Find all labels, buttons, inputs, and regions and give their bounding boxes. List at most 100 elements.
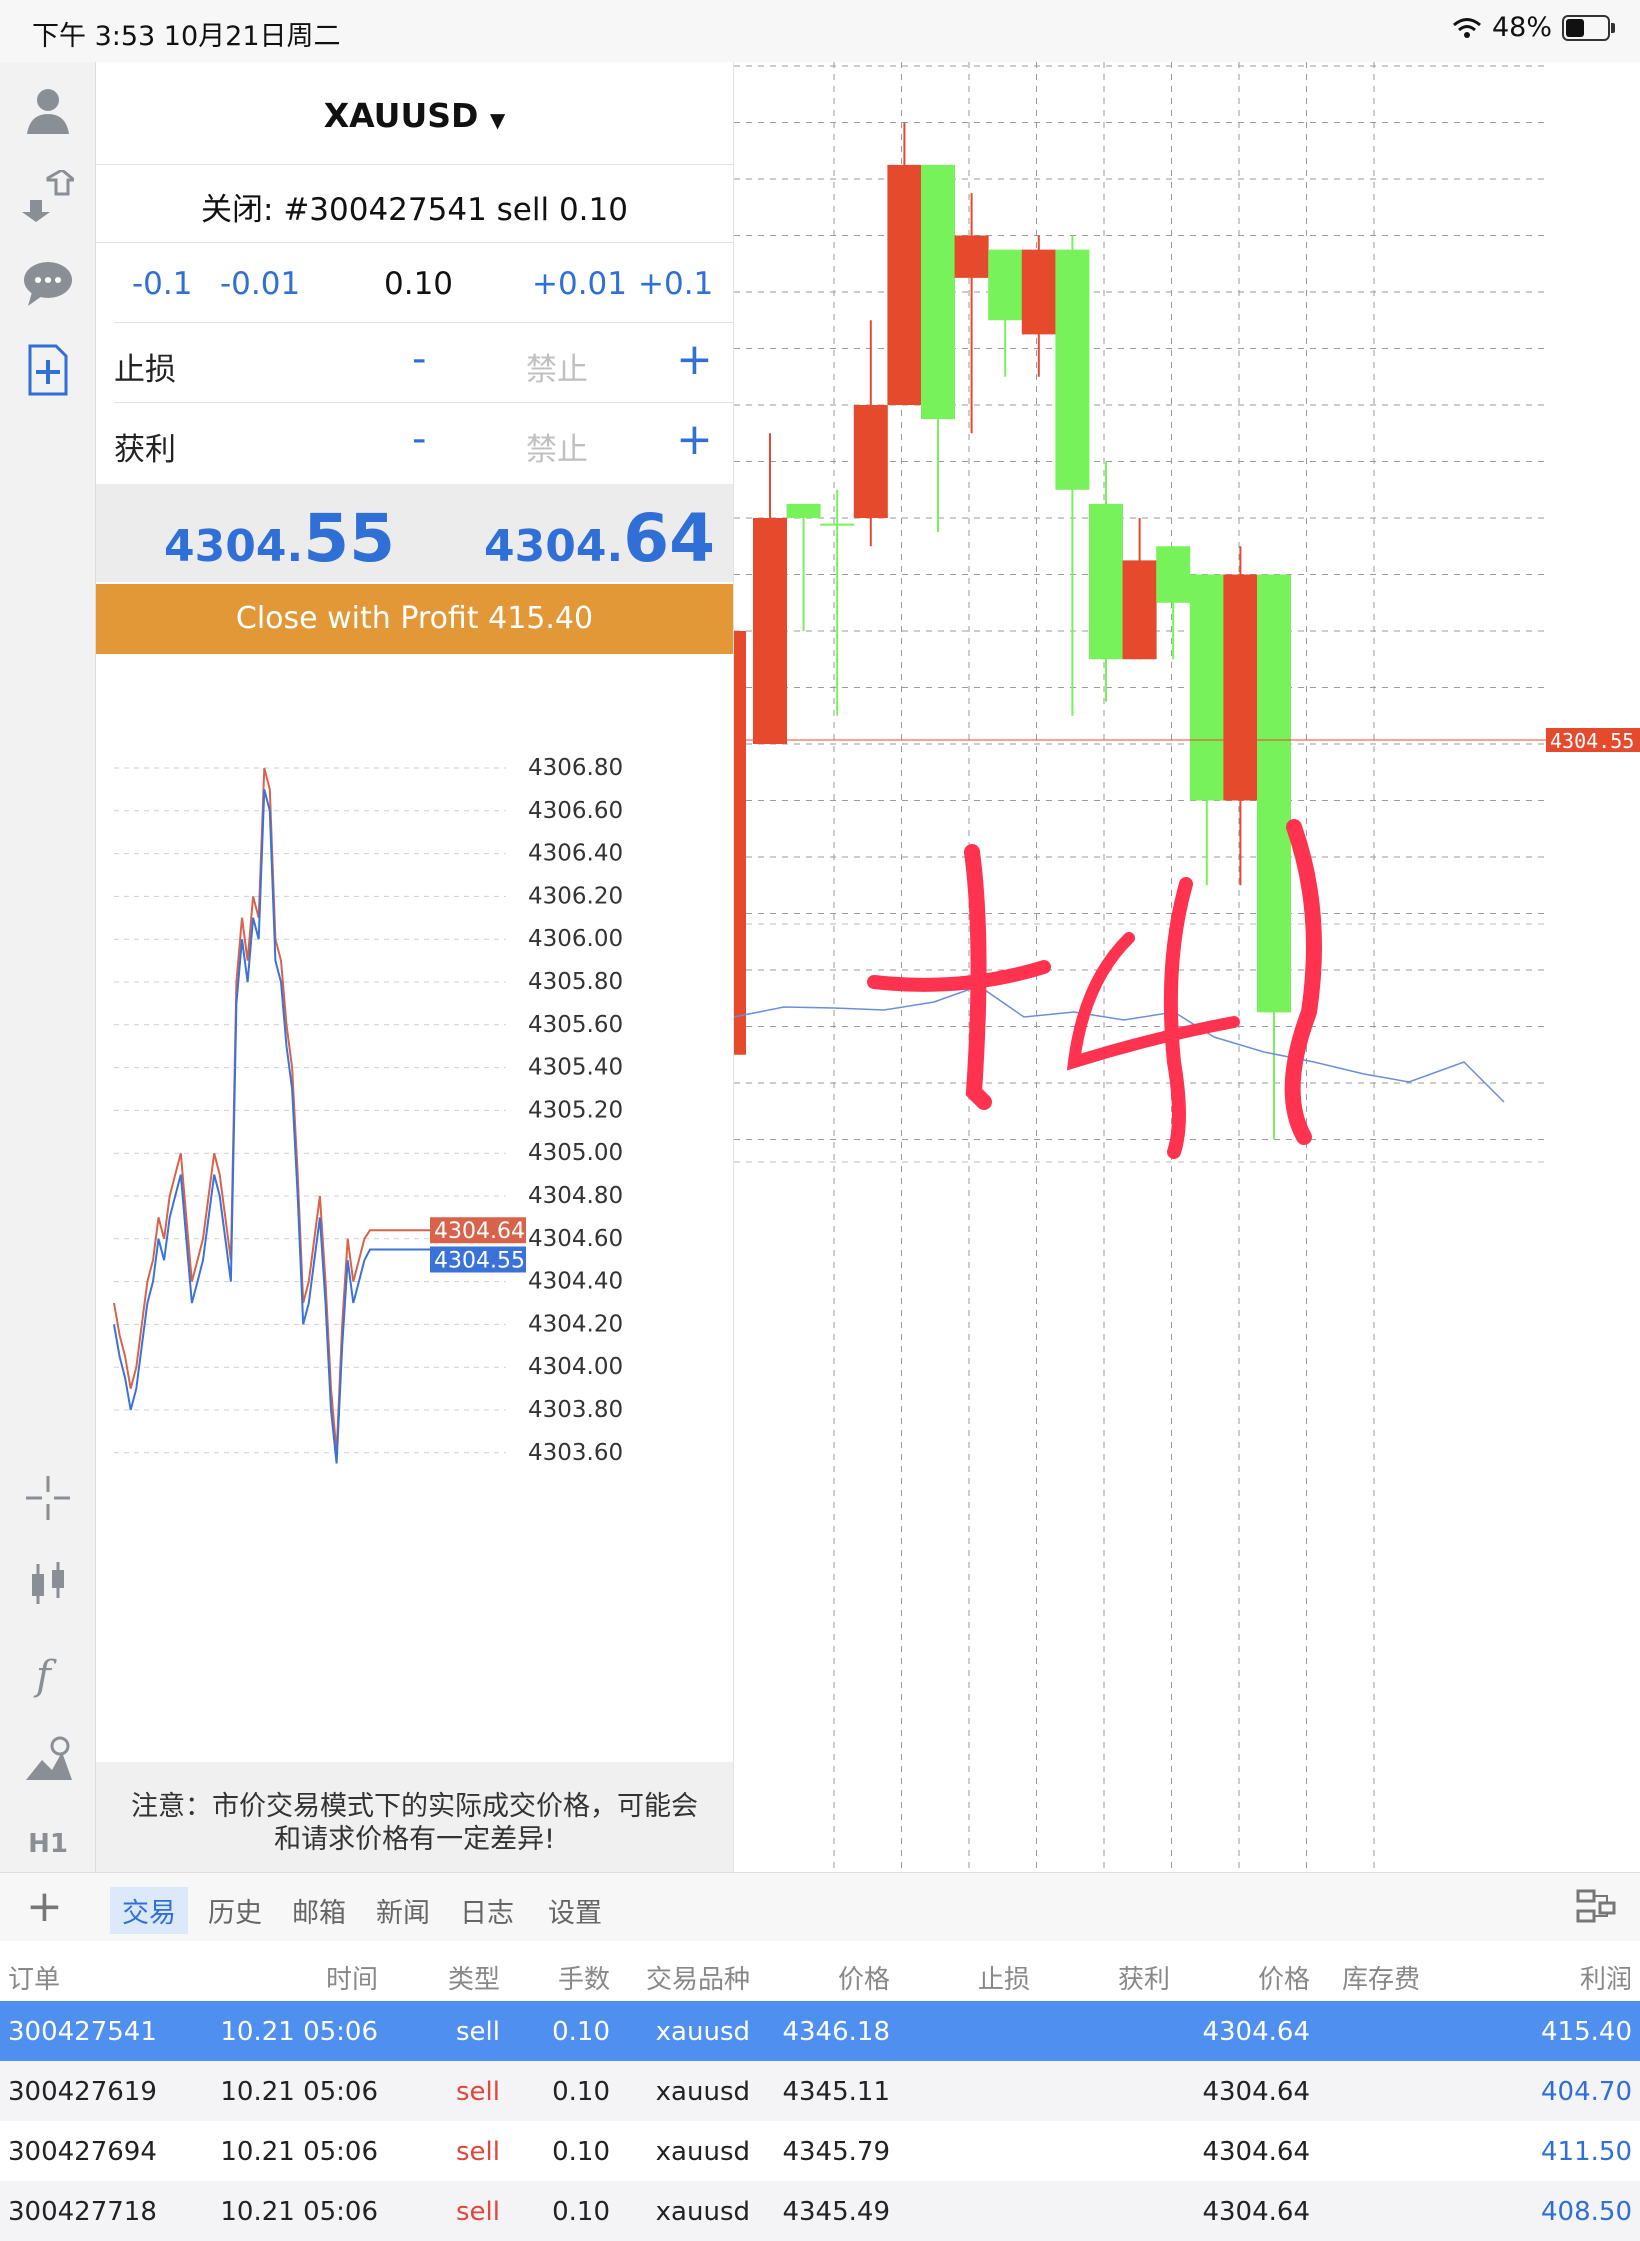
tab-3[interactable]: 新闻 (364, 1887, 442, 1934)
cell-price: 4304.64 (1202, 2197, 1310, 2227)
take-profit-value[interactable]: 禁止 (526, 424, 588, 469)
y-tick-label: 4306.20 (528, 883, 623, 909)
candle (753, 433, 787, 744)
cell-type: sell (456, 2077, 500, 2107)
stop-loss-value[interactable]: 禁止 (526, 344, 588, 389)
cell-symbol: xauusd (655, 2017, 750, 2047)
volume-increase-small-button[interactable]: +0.01 (532, 266, 627, 302)
volume-decrease-small-button[interactable]: -0.01 (220, 266, 300, 302)
candle (921, 164, 955, 533)
cell-open: 4345.79 (782, 2137, 890, 2167)
tab-1[interactable]: 历史 (196, 1887, 274, 1934)
cell-profit: 415.40 (1541, 2017, 1632, 2047)
cell-price: 4304.64 (1202, 2137, 1310, 2167)
indicators-icon[interactable]: f (22, 1647, 74, 1699)
cell-order: 300427694 (8, 2137, 157, 2167)
notice-line-1: 注意：市价交易模式下的实际成交价格，可能会 (131, 1791, 698, 1822)
tab-5[interactable]: 设置 (536, 1887, 614, 1934)
candle (734, 631, 746, 1055)
candle (1055, 235, 1090, 716)
column-header[interactable]: 订单 (8, 1959, 60, 1996)
chart-type-icon[interactable] (22, 1558, 74, 1610)
candle (820, 489, 855, 716)
y-tick-label: 4305.80 (528, 969, 623, 995)
volume-decrease-large-button[interactable]: -0.1 (132, 266, 193, 302)
cell-profit: 404.70 (1541, 2077, 1632, 2107)
current-price-label: 4304.55 (1550, 729, 1634, 753)
symbol-selector[interactable]: XAUUSD ▼ (96, 96, 733, 135)
close-with-profit-button[interactable]: Close with Profit 415.40 (96, 584, 733, 654)
y-tick-label: 4305.40 (528, 1055, 623, 1081)
column-header[interactable]: 获利 (1118, 1959, 1170, 1996)
column-header[interactable]: 时间 (326, 1959, 378, 1996)
handwritten-annotation (867, 819, 1322, 1159)
candle (1021, 235, 1056, 377)
cell-open: 4345.49 (782, 2197, 890, 2227)
candle (887, 122, 922, 405)
column-header[interactable]: 止损 (978, 1959, 1030, 1996)
column-header[interactable]: 手数 (558, 1959, 610, 1996)
column-header[interactable]: 交易品种 (646, 1959, 750, 1996)
positions-table-header: 订单 时间 类型 手数 交易品种 价格 止损 获利 价格 库存费 利润 (0, 1941, 1640, 2001)
cell-symbol: xauusd (655, 2077, 750, 2107)
cell-symbol: xauusd (655, 2197, 750, 2227)
y-tick-label: 4304.40 (528, 1269, 623, 1295)
take-profit-minus-button[interactable]: - (412, 416, 426, 462)
y-tick-label: 4304.00 (528, 1354, 623, 1380)
y-tick-label: 4306.00 (528, 926, 623, 952)
y-tick-label: 4306.80 (528, 755, 623, 781)
take-profit-plus-button[interactable]: + (676, 414, 713, 465)
bid-price-label: 4304.55 (434, 1249, 525, 1274)
bid-line (113, 789, 524, 1464)
cell-time: 10.21 05:06 (220, 2197, 378, 2227)
status-right: 48% (1452, 12, 1615, 43)
candle (1189, 574, 1224, 886)
column-header[interactable]: 库存费 (1342, 1959, 1420, 1996)
layout-icon[interactable] (1576, 1889, 1616, 1925)
y-tick-label: 4303.80 (528, 1397, 623, 1423)
table-row[interactable]: 300427718 10.21 05:06 sell 0.10 xauusd 4345.4… (0, 2181, 1640, 2241)
cell-order: 300427619 (8, 2077, 157, 2107)
y-tick-label: 4306.60 (528, 798, 623, 824)
cell-price: 4304.64 (1202, 2017, 1310, 2047)
account-icon[interactable] (22, 84, 74, 136)
crosshair-icon[interactable] (22, 1472, 74, 1524)
y-tick-label: 4304.60 (528, 1226, 623, 1252)
timeframe-button[interactable]: H1 (22, 1818, 74, 1870)
candlestick-chart[interactable]: 4304.55 (734, 62, 1640, 1872)
cell-time: 10.21 05:06 (220, 2077, 378, 2107)
chat-icon[interactable] (22, 258, 74, 310)
column-header[interactable]: 价格 (838, 1959, 890, 1996)
table-row[interactable]: 300427619 10.21 05:06 sell 0.10 xauusd 4345.1… (0, 2061, 1640, 2121)
column-header[interactable]: 利润 (1580, 1959, 1632, 1996)
cell-open: 4346.18 (782, 2017, 890, 2047)
divider (114, 322, 733, 323)
volume-increase-large-button[interactable]: +0.1 (638, 266, 713, 302)
y-tick-label: 4304.20 (528, 1311, 623, 1337)
trade-transfer-icon[interactable] (22, 170, 74, 222)
tab-4[interactable]: 日志 (448, 1887, 526, 1934)
tab-0[interactable]: 交易 (110, 1887, 188, 1934)
current-price-tag: 4304.55 (1546, 728, 1640, 753)
cell-type: sell (456, 2197, 500, 2227)
candle (1223, 546, 1258, 886)
objects-icon[interactable] (22, 1734, 74, 1786)
cell-lots: 0.10 (552, 2137, 610, 2167)
column-header[interactable]: 价格 (1258, 1959, 1310, 1996)
add-icon[interactable]: + (26, 1881, 63, 1932)
ask-price: 4304.64 (484, 500, 716, 577)
table-row[interactable]: 300427694 10.21 05:06 sell 0.10 xauusd 4345.7… (0, 2121, 1640, 2181)
battery-icon (1562, 14, 1615, 41)
column-header[interactable]: 类型 (448, 1959, 500, 1996)
stop-loss-plus-button[interactable]: + (676, 334, 713, 385)
bid-price: 4304.55 (164, 500, 396, 577)
candle (1156, 546, 1191, 660)
cell-order: 300427541 (8, 2017, 157, 2047)
tab-2[interactable]: 邮箱 (280, 1887, 358, 1934)
table-row[interactable]: 300427541 10.21 05:06 sell 0.10 xauusd 4346.1… (0, 2001, 1640, 2061)
volume-value[interactable]: 0.10 (384, 266, 453, 302)
new-order-icon[interactable] (22, 344, 74, 396)
divider (114, 402, 733, 403)
stop-loss-minus-button[interactable]: - (412, 336, 426, 382)
status-bar: 下午 3:53 10月21日周二 48% (0, 0, 1640, 62)
